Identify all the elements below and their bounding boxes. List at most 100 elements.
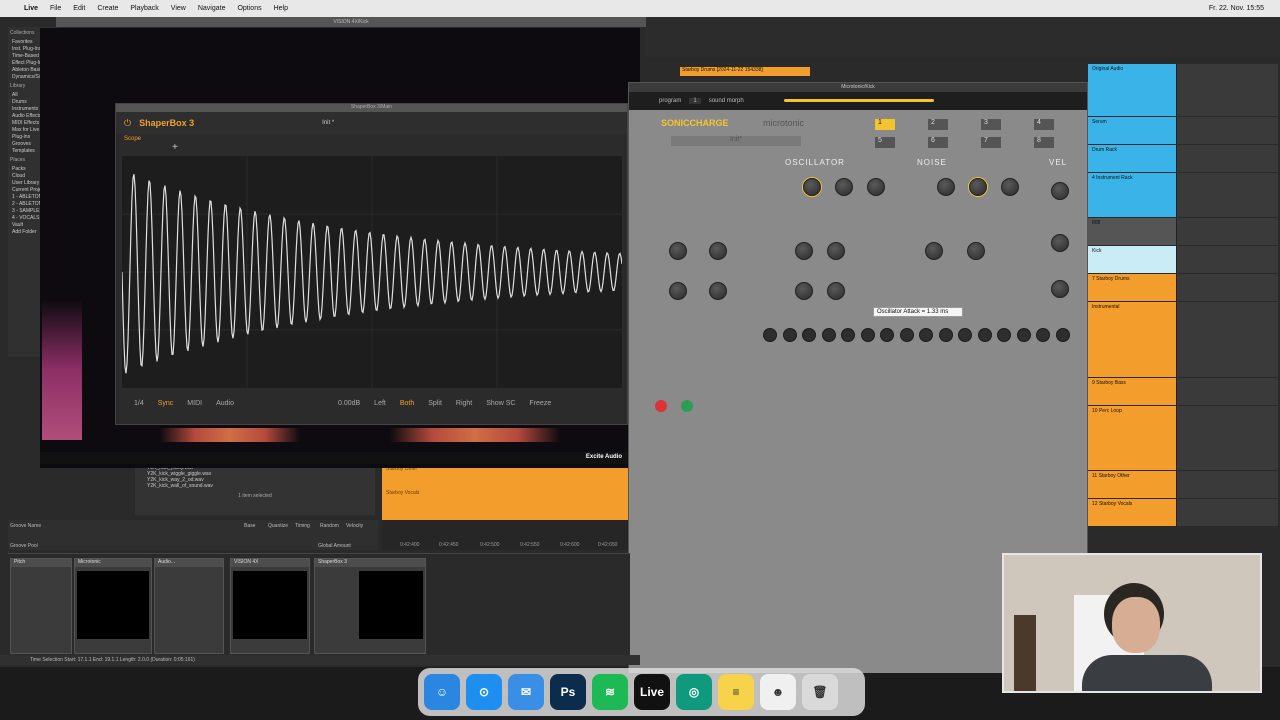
stop-button[interactable]: [655, 400, 667, 412]
knob[interactable]: [803, 178, 821, 196]
pattern-button[interactable]: 8: [1034, 137, 1054, 148]
track-controls[interactable]: [1176, 218, 1278, 245]
device-microtonic[interactable]: Microtonic: [74, 558, 152, 654]
track-row[interactable]: 9 Starboy Bass: [1088, 378, 1278, 405]
knob[interactable]: [925, 242, 943, 260]
menu-create[interactable]: Create: [97, 5, 118, 12]
morph-slider[interactable]: [784, 99, 934, 102]
tab-scope[interactable]: Scope: [124, 136, 141, 142]
track-row[interactable]: 808: [1088, 218, 1278, 245]
knob[interactable]: [709, 242, 727, 260]
gain-value[interactable]: 0.00dB: [338, 400, 360, 407]
track-name[interactable]: 12 Starboy Vocals: [1088, 499, 1176, 526]
knob[interactable]: [1051, 280, 1069, 298]
track-row[interactable]: 10 Perc Loop: [1088, 406, 1278, 470]
step-pad[interactable]: [958, 328, 972, 342]
step-pad[interactable]: [1036, 328, 1050, 342]
freeze-button[interactable]: Freeze: [529, 400, 551, 407]
step-pad[interactable]: [880, 328, 894, 342]
step-pad[interactable]: [919, 328, 933, 342]
right-button[interactable]: Right: [456, 400, 472, 407]
track-controls[interactable]: [1176, 378, 1278, 405]
track-name[interactable]: Drum Rack: [1088, 145, 1176, 172]
track-controls[interactable]: [1176, 246, 1278, 273]
track-name[interactable]: 4 Instrument Rack: [1088, 173, 1176, 217]
track-controls[interactable]: [1176, 406, 1278, 470]
track-controls[interactable]: [1176, 145, 1278, 172]
dock-live-icon[interactable]: Live: [634, 674, 670, 710]
track-row[interactable]: Kick: [1088, 246, 1278, 273]
track-name[interactable]: 10 Perc Loop: [1088, 406, 1176, 470]
step-pad[interactable]: [841, 328, 855, 342]
step-pad[interactable]: [1055, 328, 1070, 342]
track-name[interactable]: 9 Starboy Bass: [1088, 378, 1176, 405]
shaperbox-title[interactable]: ShaperBox 3/Main: [116, 104, 627, 112]
dock-safari-icon[interactable]: ⊙: [466, 674, 502, 710]
track-name[interactable]: Kick: [1088, 246, 1176, 273]
track-controls[interactable]: [1176, 302, 1278, 377]
knob[interactable]: [709, 282, 727, 300]
track-row[interactable]: 11 Starboy Other: [1088, 471, 1278, 498]
menu-app-name[interactable]: Live: [24, 5, 38, 12]
track-row[interactable]: Serum: [1088, 117, 1278, 144]
add-icon[interactable]: +: [172, 142, 178, 153]
track-controls[interactable]: [1176, 471, 1278, 498]
device-vision[interactable]: VISION 4X: [230, 558, 310, 654]
file-item[interactable]: Y2K_kick_wall_of_sound.wav: [135, 483, 375, 489]
knob[interactable]: [827, 242, 845, 260]
knob[interactable]: [1051, 182, 1069, 200]
dock-discord-icon[interactable]: ☻: [760, 674, 796, 710]
device-shaperbox[interactable]: ShaperBox 3: [314, 558, 426, 654]
knob[interactable]: [795, 282, 813, 300]
step-pad[interactable]: [802, 328, 816, 342]
pattern-button[interactable]: 4: [1034, 119, 1054, 130]
dock-spotify-icon[interactable]: ≋: [592, 674, 628, 710]
vision-window-title[interactable]: VISION 4X/Kick: [56, 17, 646, 27]
knob[interactable]: [967, 242, 985, 260]
audio-button[interactable]: Audio: [216, 400, 234, 407]
track-controls[interactable]: [1176, 64, 1278, 116]
knob[interactable]: [867, 178, 885, 196]
program-select[interactable]: 1: [689, 98, 701, 104]
menu-help[interactable]: Help: [274, 5, 288, 12]
left-button[interactable]: Left: [374, 400, 386, 407]
step-pad[interactable]: [977, 328, 992, 342]
menu-options[interactable]: Options: [237, 5, 261, 12]
step-pad[interactable]: [997, 328, 1011, 342]
menu-view[interactable]: View: [171, 5, 186, 12]
track-name[interactable]: Serum: [1088, 117, 1176, 144]
knob[interactable]: [795, 242, 813, 260]
preset-name[interactable]: Init *: [322, 120, 334, 126]
arrangement-clip[interactable]: Starboy Drums [2024-11-22 154338]: [680, 67, 810, 76]
knob[interactable]: [835, 178, 853, 196]
menu-edit[interactable]: Edit: [73, 5, 85, 12]
step-pad[interactable]: [1016, 328, 1031, 342]
show-sc-button[interactable]: Show SC: [486, 400, 515, 407]
knob[interactable]: [827, 282, 845, 300]
pattern-button[interactable]: 6: [928, 137, 948, 148]
track-controls[interactable]: [1176, 499, 1278, 526]
track-row[interactable]: Drum Rack: [1088, 145, 1278, 172]
dock-mail-icon[interactable]: ✉: [508, 674, 544, 710]
track-name[interactable]: Original Audio: [1088, 64, 1176, 116]
play-button[interactable]: [681, 400, 693, 412]
menu-file[interactable]: File: [50, 5, 61, 12]
step-pad[interactable]: [899, 328, 914, 342]
track-row[interactable]: 12 Starboy Vocals: [1088, 499, 1278, 526]
both-button[interactable]: Both: [400, 400, 414, 407]
knob[interactable]: [669, 282, 687, 300]
knob[interactable]: [1051, 234, 1069, 252]
dock-finder-icon[interactable]: ☺: [424, 674, 460, 710]
knob[interactable]: [669, 242, 687, 260]
dock-trash-icon[interactable]: 🗑: [802, 674, 838, 710]
track-name[interactable]: 7 Starboy Drums: [1088, 274, 1176, 301]
step-pad[interactable]: [782, 328, 797, 342]
device-audio-effect[interactable]: Audio...: [154, 558, 224, 654]
track-row[interactable]: Original Audio: [1088, 64, 1278, 116]
dock-chatgpt-icon[interactable]: ◎: [676, 674, 712, 710]
track-row[interactable]: 7 Starboy Drums: [1088, 274, 1278, 301]
track-row[interactable]: Instrumental: [1088, 302, 1278, 377]
pattern-button[interactable]: 1: [875, 119, 895, 130]
step-pad[interactable]: [821, 328, 836, 342]
menu-navigate[interactable]: Navigate: [198, 5, 226, 12]
